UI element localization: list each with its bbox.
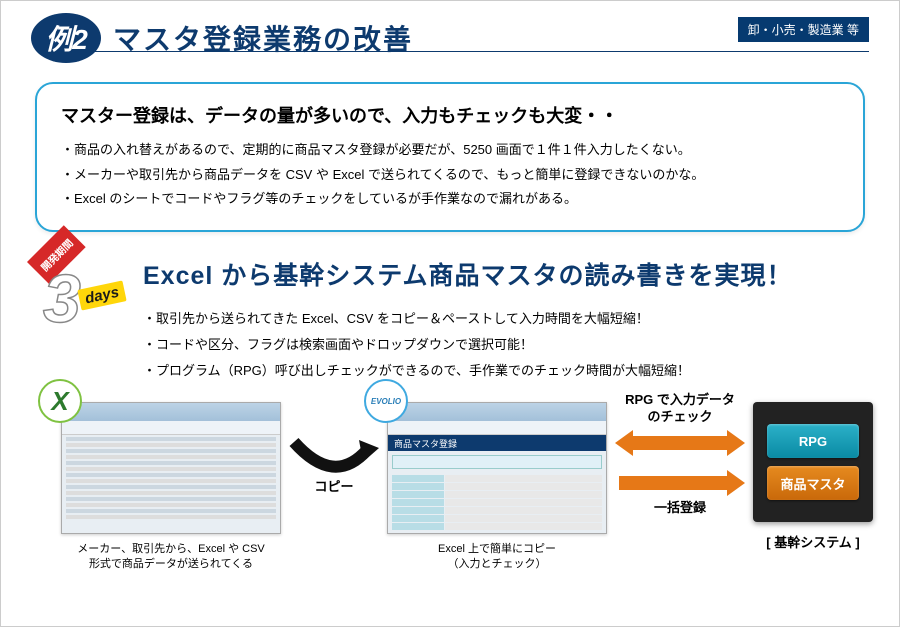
source-excel-col: X メーカー、取引先から、Excel や CSV 形式で商品データが送られてくる [61,402,281,573]
problem-title: マスター登録は、データの量が多いので、入力もチェックも大変・・ [61,102,839,128]
excel-icon: X [38,379,82,423]
evolio-screenshot: EVOLIO 商品マスタ登録 [387,402,607,534]
server-col: RPG 商品マスタ [ 基幹システム ] [753,402,873,551]
bidir-arrow-icon [615,430,745,456]
dev-period-badge: 開発期間 3 days [31,256,131,346]
dev-days-number: 3 [43,260,81,338]
flow-diagram: X メーカー、取引先から、Excel や CSV 形式で商品データが送られてくる… [31,402,869,573]
curve-arrow-icon [289,432,379,482]
right-arrow-icon [615,470,745,496]
problem-box: マスター登録は、データの量が多いので、入力もチェックも大変・・ ・商品の入れ替え… [35,82,865,232]
tool-caption: Excel 上で簡単にコピー （入力とチェック） [438,542,556,573]
industry-tag: 卸・小売・製造業 等 [738,17,869,42]
source-caption: メーカー、取引先から、Excel や CSV 形式で商品データが送られてくる [77,542,265,573]
server-rpg-box: RPG [767,424,859,458]
server-master-box: 商品マスタ [767,466,859,500]
problem-item: ・Excel のシートでコードやフラグ等のチェックをしているが手作業なので漏れが… [61,187,839,212]
solution-section: 開発期間 3 days Excel から基幹システム商品マスタの読み書きを実現！… [31,256,869,384]
tool-header: 商品マスタ登録 [388,435,606,451]
server-label: [ 基幹システム ] [766,532,860,551]
solution-list: ・取引先から送られてきた Excel、CSV をコピー＆ペーストして入力時間を大… [143,306,869,384]
solution-item: ・取引先から送られてきた Excel、CSV をコピー＆ペーストして入力時間を大… [143,306,869,332]
evolio-icon: EVOLIO [364,379,408,423]
core-system-box: RPG 商品マスタ [753,402,873,522]
example-number-badge: 例2 [31,13,101,63]
dev-days-unit: days [77,280,127,310]
excel-screenshot: X [61,402,281,534]
rpg-check-label: RPG で入力データ のチェック [625,392,735,426]
page-header: 例2 マスタ登録業務の改善 卸・小売・製造業 等 [31,13,869,63]
copy-arrow: コピー [289,432,379,495]
problem-item: ・商品の入れ替えがあるので、定期的に商品マスタ登録が必要だが、5250 画面で１… [61,138,839,163]
solution-item: ・プログラム（RPG）呼び出しチェックができるので、手作業でのチェック時間が大幅… [143,358,869,384]
solution-item: ・コードや区分、フラグは検索画面やドロップダウンで選択可能！ [143,332,869,358]
solution-title: Excel から基幹システム商品マスタの読み書きを実現！ [143,256,869,292]
double-arrow-col: RPG で入力データ のチェック 一括登録 [615,392,745,517]
copy-label: コピー [314,476,353,495]
batch-reg-label: 一括登録 [654,500,706,517]
tool-col: EVOLIO 商品マスタ登録 Excel 上で簡単にコピー （入力とチェック） [387,402,607,573]
problem-list: ・商品の入れ替えがあるので、定期的に商品マスタ登録が必要だが、5250 画面で１… [61,138,839,212]
problem-item: ・メーカーや取引先から商品データを CSV や Excel で送られてくるので、… [61,163,839,188]
